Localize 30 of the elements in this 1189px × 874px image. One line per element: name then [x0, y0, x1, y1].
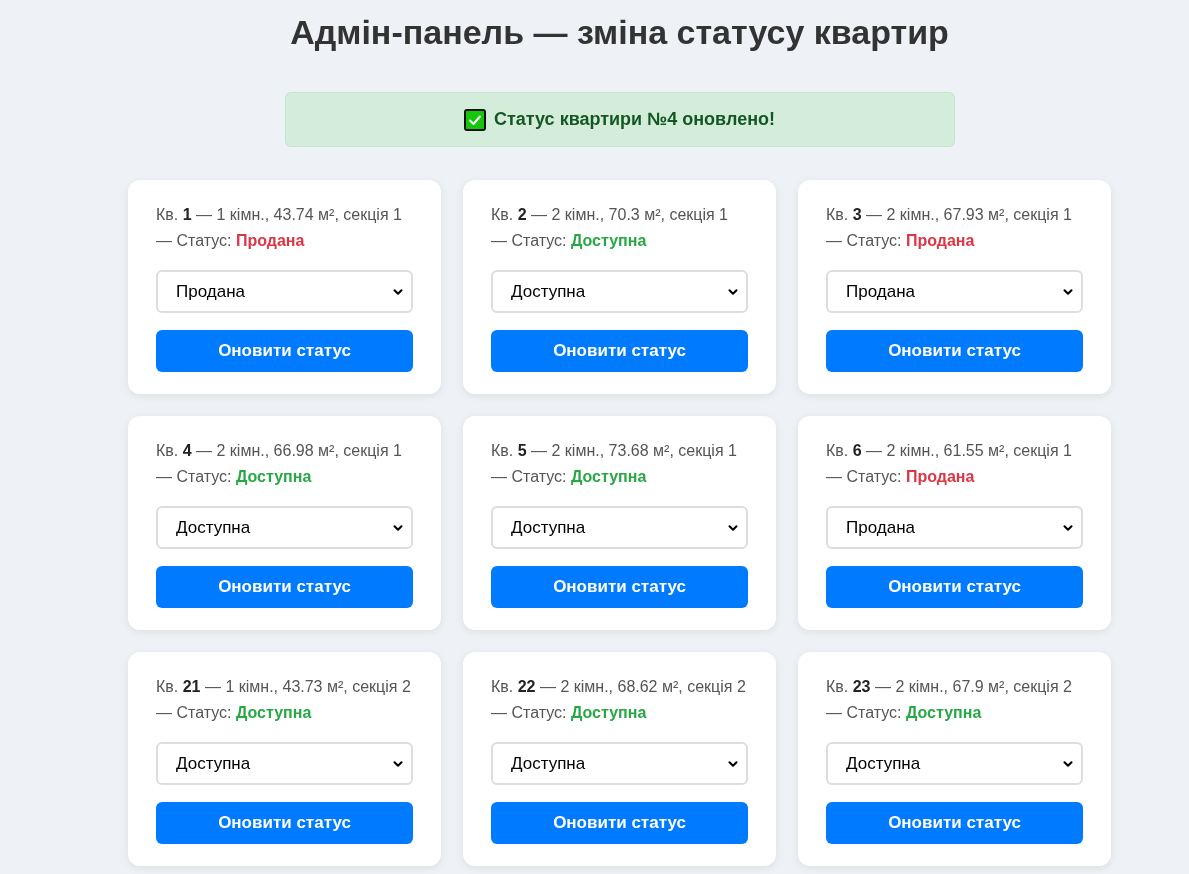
update-status-button[interactable]: Оновити статус — [826, 566, 1083, 608]
check-icon — [463, 108, 486, 131]
update-status-button[interactable]: Оновити статус — [826, 802, 1083, 844]
update-status-button[interactable]: Оновити статус — [156, 566, 413, 608]
update-status-button[interactable]: Оновити статус — [826, 330, 1083, 372]
apartment-description: Кв. 2 — 2 кімн., 70.3 м², секція 1 — Статус: Доступна — [491, 205, 729, 251]
status-select[interactable]: Продана — [156, 270, 413, 313]
status-select[interactable]: Доступна — [156, 742, 413, 785]
status-select[interactable]: Доступна — [826, 742, 1083, 785]
update-status-button[interactable]: Оновити статус — [156, 802, 413, 844]
status-select[interactable]: Доступна — [491, 506, 748, 549]
apartment-description: Кв. 4 — 2 кімн., 66.98 м², секція 1 — Статус: Доступна — [156, 441, 403, 487]
status-select[interactable]: Доступна — [491, 742, 748, 785]
apartment-description: Кв. 3 — 2 кімн., 67.93 м², секція 1 — Статус: Продана — [826, 205, 1073, 251]
update-status-button[interactable]: Оновити статус — [491, 330, 748, 372]
status-select[interactable]: Доступна — [491, 270, 748, 313]
update-status-button[interactable]: Оновити статус — [491, 802, 748, 844]
apartment-description: Кв. 21 — 1 кімн., 43.73 м², секція 2 — Статус: Доступна — [156, 677, 412, 723]
status-select[interactable]: Доступна — [156, 506, 413, 549]
apartment-description: Кв. 6 — 2 кімн., 61.55 м², секція 1 — Статус: Продана — [826, 441, 1073, 487]
page-title: Адмін-панель — зміна статусу квартир — [290, 12, 949, 53]
apartment-description: Кв. 5 — 2 кімн., 73.68 м², секція 1 — Статус: Доступна — [491, 441, 738, 487]
apartment-description: Кв. 23 — 2 кімн., 67.9 м², секція 2 — Статус: Доступна — [826, 677, 1073, 723]
apartment-description: Кв. 1 — 1 кімн., 43.74 м², секція 1 — Статус: Продана — [156, 205, 403, 251]
apartment-description: Кв. 22 — 2 кімн., 68.62 м², секція 2 — Статус: Доступна — [491, 677, 747, 723]
status-select[interactable]: Продана — [826, 506, 1083, 549]
update-status-button[interactable]: Оновити статус — [156, 330, 413, 372]
status-select[interactable]: Продана — [826, 270, 1083, 313]
alert-message: Статус квартири №4 оновлено! — [493, 108, 776, 131]
update-status-button[interactable]: Оновити статус — [491, 566, 748, 608]
